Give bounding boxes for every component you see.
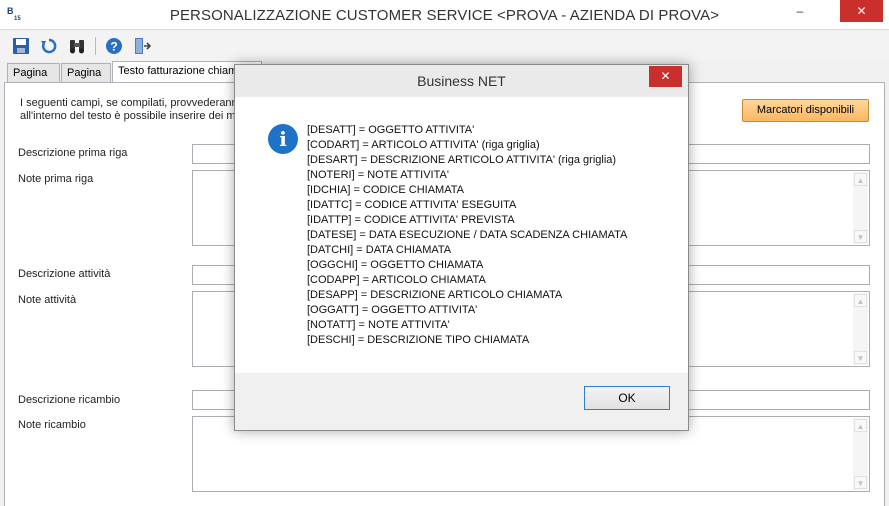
scroll-down-icon[interactable]: ▼ [854, 230, 867, 243]
note-first-row-label: Note prima riga [18, 173, 94, 185]
desc-first-row-label: Descrizione prima riga [18, 147, 128, 159]
toolbar: ? [0, 31, 889, 61]
scroll-up-icon[interactable]: ▲ [854, 294, 867, 307]
dialog-message-line: [DATESE] = DATA ESECUZIONE / DATA SCADEN… [307, 229, 628, 241]
dialog-close-button[interactable]: ✕ [649, 66, 682, 87]
ok-button[interactable]: OK [584, 386, 670, 410]
scrollbar[interactable]: ▲ ▼ [853, 293, 868, 365]
dialog-message-line: [NOTATT] = NOTE ATTIVITA' [307, 319, 450, 331]
title-bar: B 15 PERSONALIZZAZIONE CUSTOMER SERVICE <… [0, 0, 889, 30]
dialog-message-line: [IDATTC] = CODICE ATTIVITA' ESEGUITA [307, 199, 517, 211]
dialog-message-line: [IDCHIA] = CODICE CHIAMATA [307, 184, 464, 196]
dialog-message-line: [OGGCHI] = OGGETTO CHIAMATA [307, 259, 484, 271]
toolbar-separator [95, 37, 96, 55]
message-dialog: Business NET ✕ i [DESATT] = OGGETTO ATTI… [234, 64, 689, 431]
scrollbar[interactable]: ▲ ▼ [853, 418, 868, 490]
dialog-title: Business NET [417, 73, 506, 89]
minimize-button[interactable]: – [790, 0, 810, 22]
save-icon[interactable] [10, 35, 32, 57]
binoculars-icon[interactable] [66, 35, 88, 57]
tab-pagina-1[interactable]: Pagina 1 [7, 63, 60, 98]
scroll-up-icon[interactable]: ▲ [854, 419, 867, 432]
markers-button[interactable]: Marcatori disponibili [742, 99, 869, 122]
help-icon[interactable]: ? [103, 35, 125, 57]
dialog-message: [DESATT] = OGGETTO ATTIVITA' [CODART] = A… [307, 123, 627, 348]
desc-activity-label: Descrizione attività [18, 268, 111, 280]
dialog-title-bar: Business NET ✕ [235, 65, 688, 97]
svg-text:?: ? [110, 40, 117, 54]
dialog-message-line: [DESART] = DESCRIZIONE ARTICOLO ATTIVITA… [307, 154, 617, 166]
tab-pagina-2[interactable]: Pagina 2 [61, 63, 111, 98]
dialog-message-line: [NOTERI] = NOTE ATTIVITA' [307, 169, 449, 181]
note-activity-label: Note attività [18, 294, 77, 306]
dialog-footer: OK [235, 373, 688, 430]
dialog-message-line: [DESAPP] = DESCRIZIONE ARTICOLO CHIAMATA [307, 289, 563, 301]
dialog-message-line: [DESATT] = OGGETTO ATTIVITA' [307, 124, 475, 136]
dialog-message-line: [CODAPP] = ARTICOLO CHIAMATA [307, 274, 486, 286]
undo-icon[interactable] [38, 35, 60, 57]
scroll-up-icon[interactable]: ▲ [854, 173, 867, 186]
desc-spare-label: Descrizione ricambio [18, 394, 121, 406]
scroll-down-icon[interactable]: ▼ [854, 351, 867, 364]
note-spare-label: Note ricambio [18, 419, 86, 431]
dialog-message-line: [CODART] = ARTICOLO ATTIVITA' (riga grig… [307, 139, 540, 151]
dialog-message-line: [DESCHI] = DESCRIZIONE TIPO CHIAMATA [307, 334, 530, 346]
info-icon: i [268, 124, 298, 154]
info-text: I seguenti campi, se compilati, provvede… [20, 97, 242, 122]
scrollbar[interactable]: ▲ ▼ [853, 172, 868, 244]
dialog-message-line: [IDATTP] = CODICE ATTIVITA' PREVISTA [307, 214, 515, 226]
dialog-body: i [DESATT] = OGGETTO ATTIVITA' [CODART] =… [235, 97, 688, 373]
exit-icon[interactable] [131, 35, 153, 57]
close-button[interactable]: ✕ [840, 0, 883, 22]
dialog-message-line: [OGGATT] = OGGETTO ATTIVITA' [307, 304, 478, 316]
scroll-down-icon[interactable]: ▼ [854, 476, 867, 489]
dialog-message-line: [DATCHI] = DATA CHIAMATA [307, 244, 452, 256]
window-title: PERSONALIZZAZIONE CUSTOMER SERVICE <PROV… [169, 7, 720, 24]
